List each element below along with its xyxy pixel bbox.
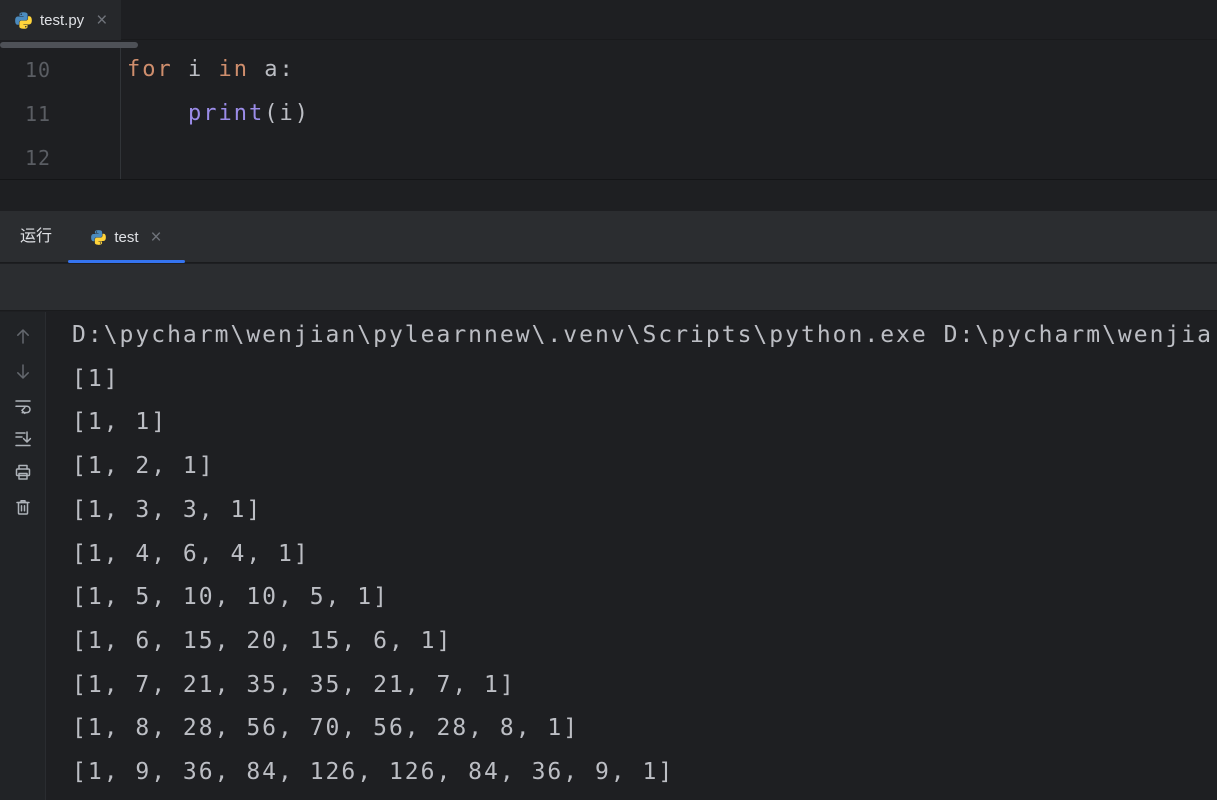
line-number: 10: [25, 48, 51, 92]
close-icon[interactable]: ×: [96, 11, 107, 30]
console-line: [1]: [72, 358, 1217, 402]
active-tab-indicator: [68, 260, 185, 263]
run-tool-window-title: 运行: [20, 211, 52, 263]
console-command-line: D:\pycharm\wenjian\pylearnnew\.venv\Scri…: [72, 314, 1217, 358]
code-text: print(i): [127, 101, 310, 126]
console-line: [1, 3, 3, 1]: [72, 489, 1217, 533]
console-line: [1, 8, 28, 56, 70, 56, 28, 8, 1]: [72, 707, 1217, 751]
console-line: [1, 1]: [72, 401, 1217, 445]
python-icon: [15, 12, 32, 29]
console-output: D:\pycharm\wenjian\pylearnnew\.venv\Scri…: [46, 312, 1217, 800]
code-text: for i in a:: [127, 57, 295, 82]
editor-tab-bar: test.py ×: [0, 0, 1217, 40]
editor-tab-test-py[interactable]: test.py ×: [0, 0, 121, 40]
close-icon[interactable]: ×: [151, 228, 162, 247]
run-tab-test[interactable]: test ×: [68, 211, 185, 263]
line-number: 11: [25, 92, 51, 136]
console-line: [1, 6, 15, 20, 15, 6, 1]: [72, 620, 1217, 664]
soft-wrap-icon[interactable]: [13, 396, 33, 416]
code-editor[interactable]: 10for i in a:11 print(i)12: [0, 48, 1217, 180]
console-line: [1, 9, 36, 84, 126, 126, 84, 36, 9, 1]: [72, 751, 1217, 795]
console-line: [1, 2, 1]: [72, 445, 1217, 489]
clear-all-icon[interactable]: [13, 497, 33, 517]
scroll-down-icon[interactable]: [13, 362, 33, 382]
console-line: [1, 5, 10, 10, 5, 1]: [72, 576, 1217, 620]
console-toolbar: [0, 312, 46, 800]
run-tool-window-header: 运行 test ×: [0, 211, 1217, 263]
editor-line: 11 print(i): [0, 92, 1217, 136]
print-icon[interactable]: [13, 462, 33, 482]
console-line: [1, 4, 6, 4, 1]: [72, 533, 1217, 577]
editor-tab-label: test.py: [40, 12, 84, 29]
editor-line: 10 for i in a:: [0, 48, 1217, 92]
line-number: 12: [25, 136, 51, 180]
console-line: [1, 7, 21, 35, 35, 21, 7, 1]: [72, 664, 1217, 708]
run-console: D:\pycharm\wenjian\pylearnnew\.venv\Scri…: [0, 312, 1217, 800]
run-tab-label: test: [114, 229, 138, 246]
python-icon: [91, 230, 106, 245]
scroll-up-icon[interactable]: [13, 326, 33, 346]
run-toolbar: [0, 264, 1217, 311]
scroll-to-end-icon[interactable]: [13, 429, 33, 449]
editor-line: 12: [0, 136, 1217, 180]
